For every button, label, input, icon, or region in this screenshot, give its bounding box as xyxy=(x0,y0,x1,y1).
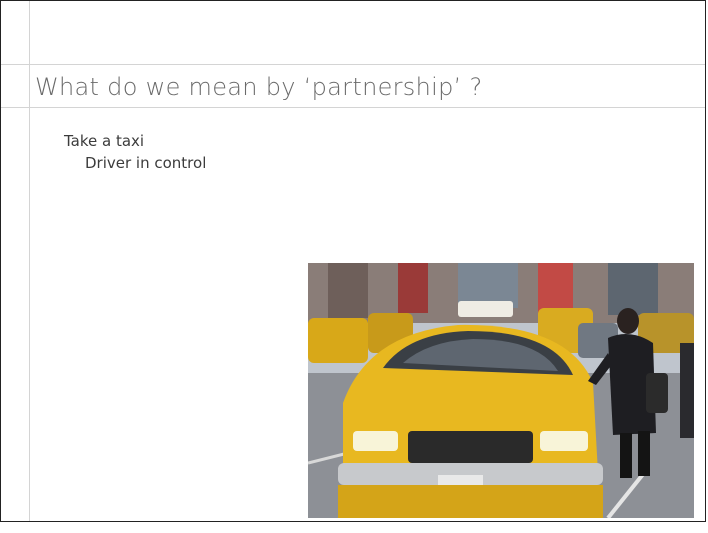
top-divider xyxy=(1,64,705,65)
taxi-photo-illustration xyxy=(308,263,694,518)
left-guide-line xyxy=(29,1,30,521)
slide-title: What do we mean by ‘partnership’ ? xyxy=(35,73,483,101)
bullet-level-2: Driver in control xyxy=(85,154,207,172)
title-divider xyxy=(1,107,705,108)
taxi-photo xyxy=(308,263,694,518)
bullet-level-1: Take a taxi xyxy=(64,132,145,150)
slide: What do we mean by ‘partnership’ ? Take … xyxy=(0,0,706,522)
